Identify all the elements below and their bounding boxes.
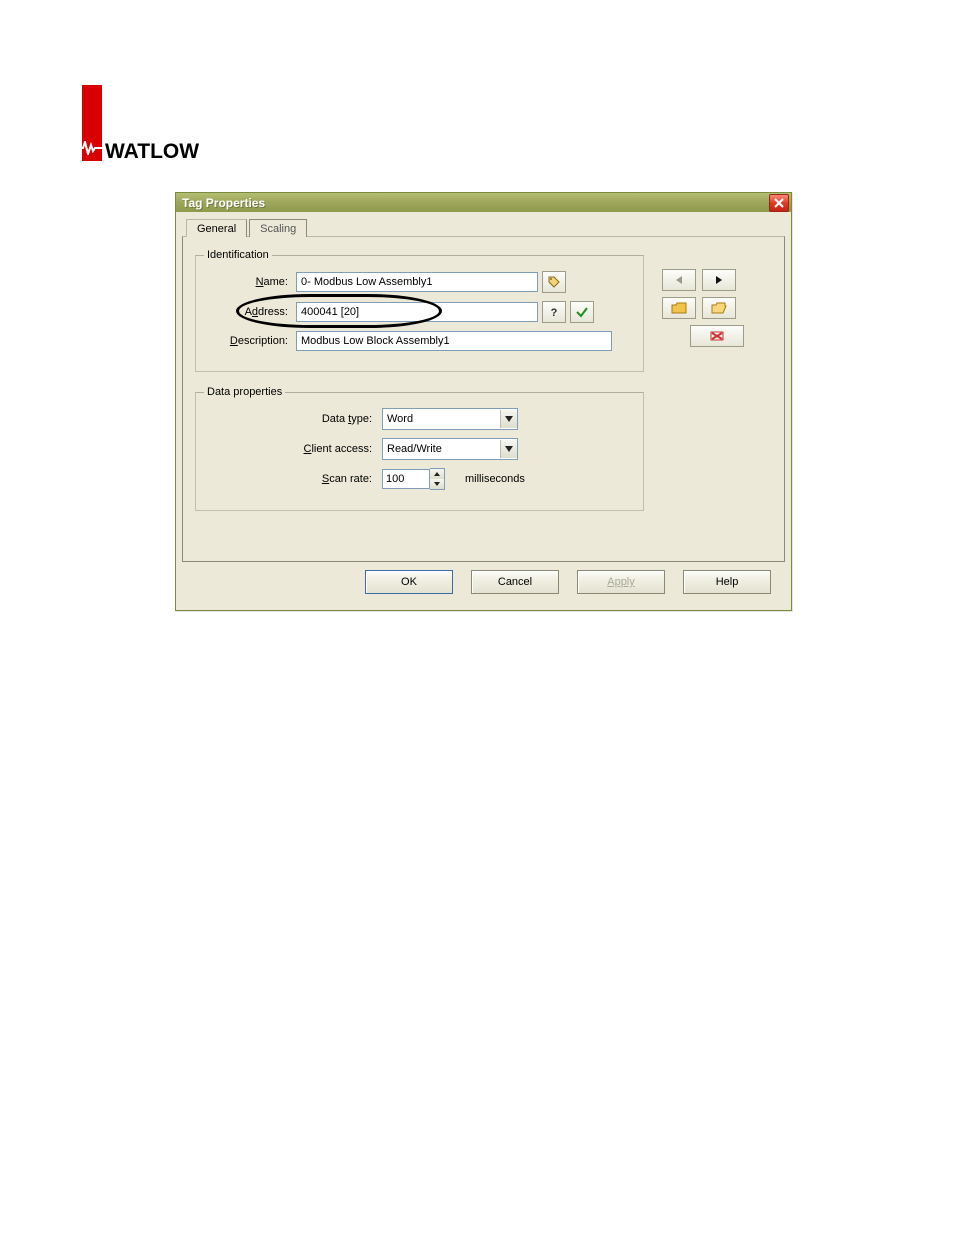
identification-group: Identification Name: 0- Modbus Low Assem… xyxy=(195,249,644,372)
name-input[interactable]: 0- Modbus Low Assembly1 xyxy=(296,272,538,292)
ok-button[interactable]: OK xyxy=(365,570,453,594)
folder-new-icon xyxy=(671,302,687,314)
spin-up-icon[interactable] xyxy=(430,469,444,479)
nav-folder-open-button[interactable] xyxy=(702,297,736,319)
address-help-button[interactable]: ? xyxy=(542,301,566,323)
identification-legend: Identification xyxy=(204,249,272,261)
name-label: Name: xyxy=(204,276,292,288)
tab-scaling[interactable]: Scaling xyxy=(249,219,307,237)
titlebar: Tag Properties xyxy=(176,193,791,212)
clientaccess-value: Read/Write xyxy=(387,443,442,455)
tag-properties-dialog: Tag Properties General Scaling Identific… xyxy=(175,192,792,611)
check-icon xyxy=(575,305,589,319)
tab-general[interactable]: General xyxy=(186,219,247,237)
scanrate-unit: milliseconds xyxy=(465,473,525,485)
address-ok-button[interactable] xyxy=(570,301,594,323)
address-input[interactable]: 400041 [20] xyxy=(296,302,538,322)
logo-red-bar xyxy=(82,85,102,161)
nav-delete-button[interactable] xyxy=(690,325,744,347)
data-properties-legend: Data properties xyxy=(204,386,285,398)
name-hint-button[interactable] xyxy=(542,271,566,293)
scanrate-spinner[interactable]: 100 xyxy=(382,468,445,490)
spin-down-icon[interactable] xyxy=(430,479,444,489)
play-icon xyxy=(714,275,724,285)
scanrate-spin-buttons[interactable] xyxy=(430,468,445,490)
datatype-select[interactable]: Word xyxy=(382,408,518,430)
chevron-down-icon xyxy=(500,410,517,428)
help-icon: ? xyxy=(548,306,560,318)
dialog-button-bar: OK Cancel Apply Help xyxy=(182,562,785,600)
nav-prev-button[interactable] xyxy=(662,269,696,291)
tabstrip: General Scaling xyxy=(186,218,785,236)
nav-next-button[interactable] xyxy=(702,269,736,291)
datatype-label: Data type: xyxy=(204,413,378,425)
apply-button[interactable]: Apply xyxy=(577,570,665,594)
window-close-button[interactable] xyxy=(769,194,789,212)
cancel-button[interactable]: Cancel xyxy=(471,570,559,594)
nav-button-column xyxy=(656,249,772,529)
clientaccess-select[interactable]: Read/Write xyxy=(382,438,518,460)
brand-name: WATLOW xyxy=(105,140,199,164)
description-label: Description: xyxy=(204,335,292,347)
data-properties-group: Data properties Data type: Word xyxy=(195,386,644,511)
datatype-value: Word xyxy=(387,413,413,425)
help-button[interactable]: Help xyxy=(683,570,771,594)
address-label: Address: xyxy=(204,306,292,318)
back-icon xyxy=(674,275,684,285)
folder-open-icon xyxy=(711,302,727,314)
nav-folder-new-button[interactable] xyxy=(662,297,696,319)
tab-panel-general: Identification Name: 0- Modbus Low Assem… xyxy=(182,236,785,562)
clientaccess-label: Client access: xyxy=(204,443,378,455)
scanrate-label: Scan rate: xyxy=(204,473,378,485)
window-title: Tag Properties xyxy=(182,196,265,210)
brand-logo: WATLOW xyxy=(75,85,215,165)
close-icon xyxy=(774,198,784,208)
description-input[interactable]: Modbus Low Block Assembly1 xyxy=(296,331,612,351)
tag-icon xyxy=(547,275,561,289)
chevron-down-icon xyxy=(500,440,517,458)
delete-icon xyxy=(709,330,725,342)
svg-text:?: ? xyxy=(551,307,558,318)
scanrate-input[interactable]: 100 xyxy=(382,469,430,489)
